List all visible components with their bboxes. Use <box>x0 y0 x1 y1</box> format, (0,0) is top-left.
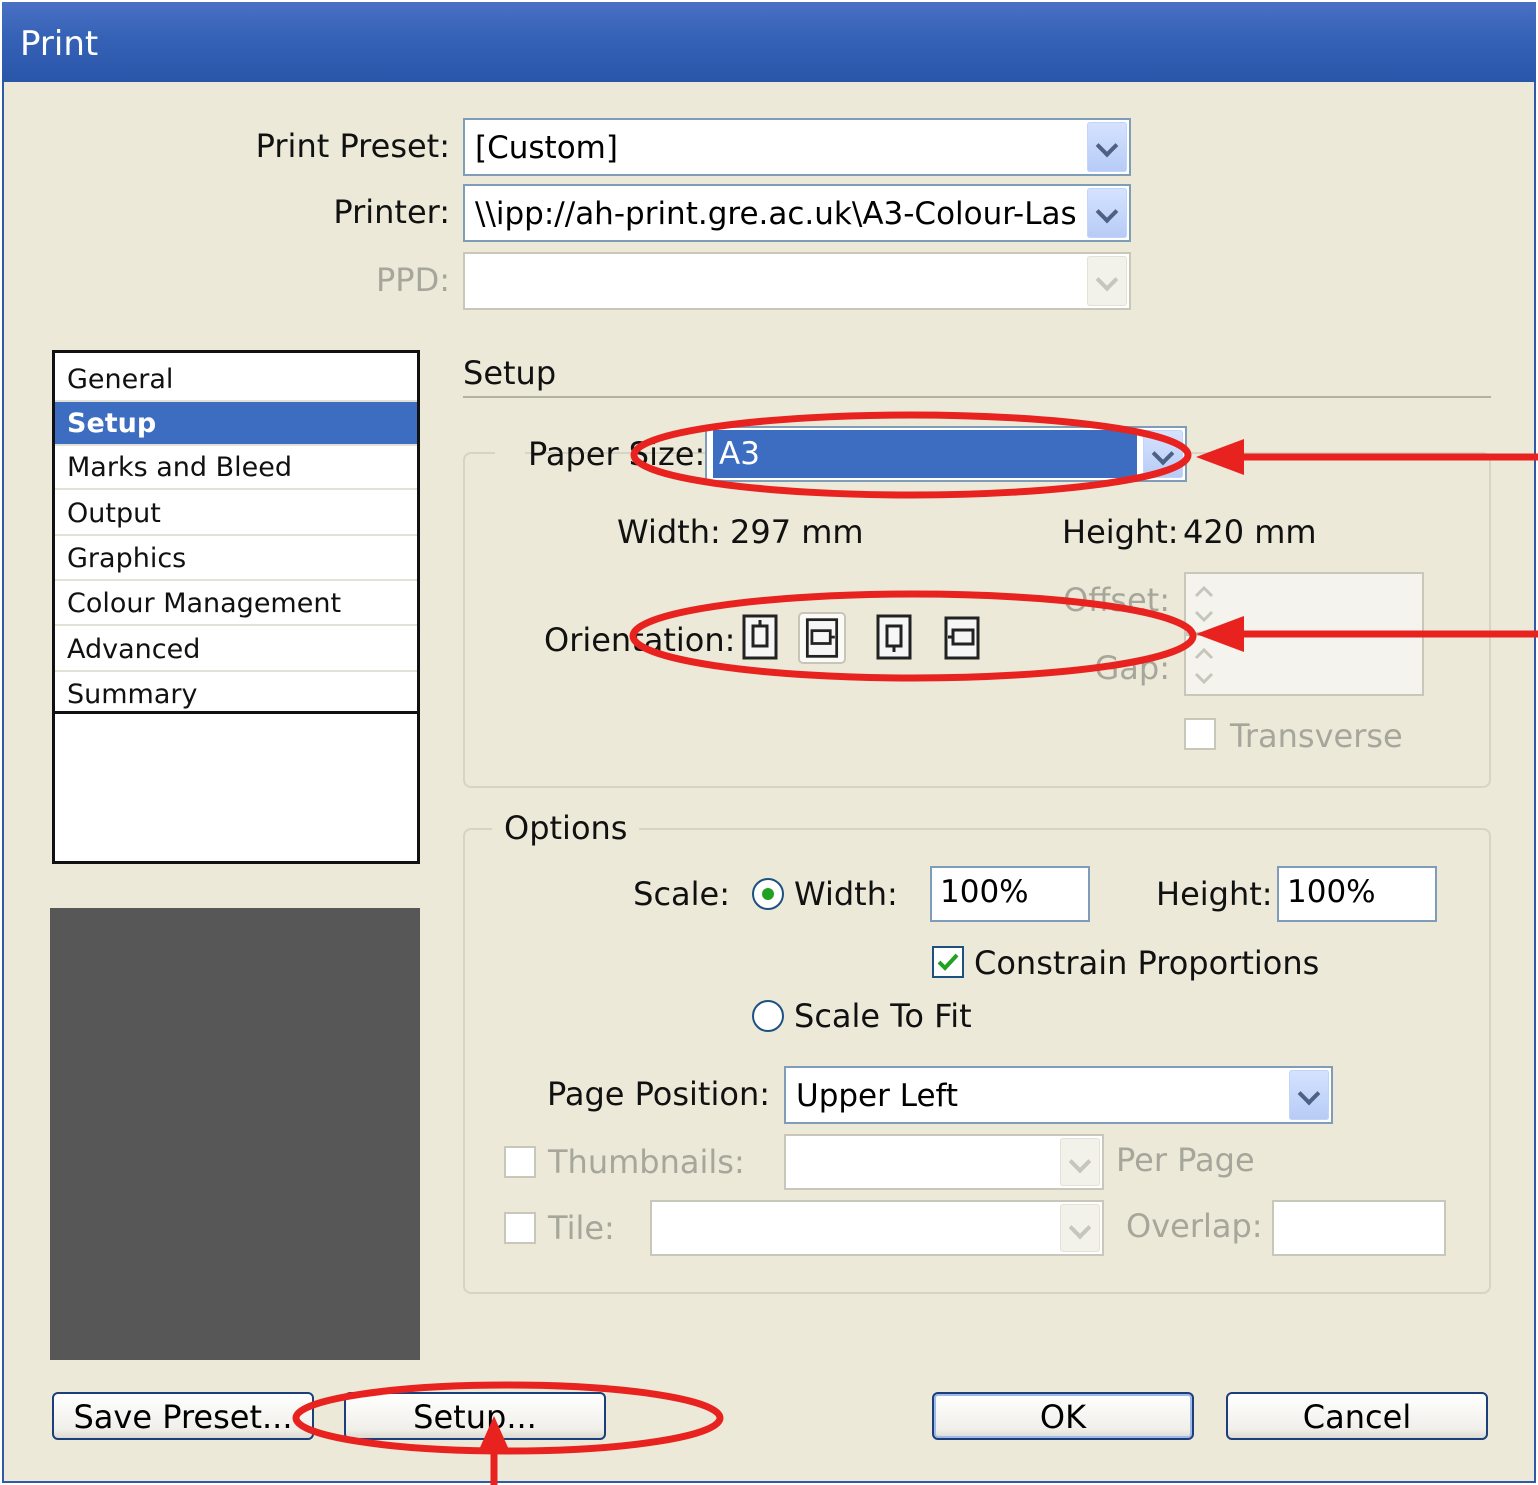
annotation-circle-orientation <box>629 590 1197 682</box>
annotation-circle-setup-button <box>292 1381 724 1455</box>
annotation-arrow-orientation <box>1196 616 1538 652</box>
annotation-arrow-setup <box>478 1416 510 1485</box>
annotation-circle-paper-size <box>630 411 1192 499</box>
annotation-arrow-paper-size <box>1196 439 1538 475</box>
annotation-overlay <box>292 411 1538 1485</box>
